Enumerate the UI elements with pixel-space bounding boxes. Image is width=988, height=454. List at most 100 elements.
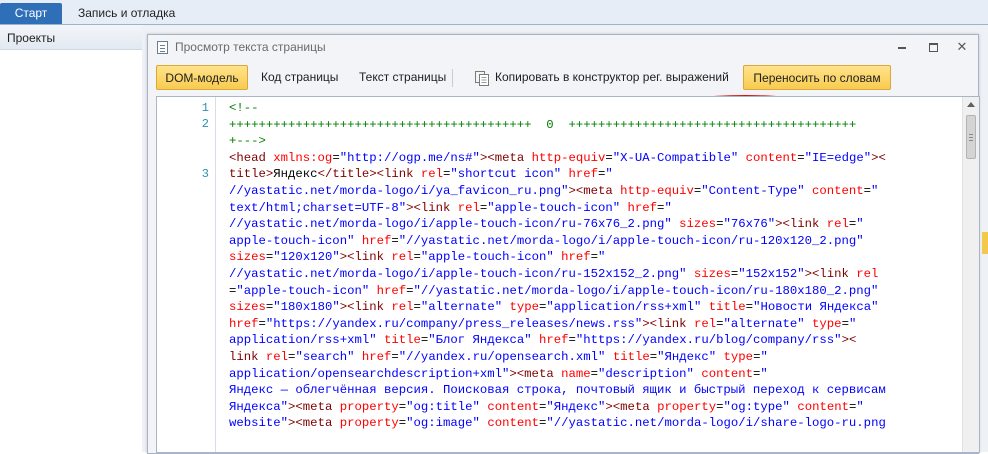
code-token: "og:title" — [406, 399, 480, 414]
code-token: " — [760, 366, 768, 381]
code-token: type — [812, 316, 842, 331]
projects-pane-header[interactable]: Проекты — [0, 25, 142, 50]
code-text-area[interactable]: <!-- ++++++++++++++++++++++++++++++++++++… — [222, 97, 957, 452]
code-token: text/html;charset=UTF-8" — [229, 200, 407, 215]
code-token: "Яндекс" — [546, 399, 606, 414]
code-token: application/opensearchdescription+xml" — [229, 366, 510, 381]
scrollbar-grip — [969, 134, 973, 135]
vertical-scrollbar[interactable] — [962, 97, 979, 452]
code-line: ++++++++++++++++++++++++++++++++++++++++… — [229, 118, 856, 132]
line-number: 1 — [201, 101, 209, 115]
code-token: "180x180" — [273, 300, 340, 315]
dom-model-button[interactable]: DOM-модель — [156, 65, 248, 90]
code-token: " — [664, 200, 672, 215]
code-token: >< — [841, 333, 857, 348]
code-token: " — [760, 350, 768, 364]
copy-to-regex-builder-button[interactable]: Копировать в конструктор рег. выражений — [470, 65, 729, 90]
code-token: title — [708, 300, 746, 315]
code-token: ><link — [339, 250, 392, 265]
code-token: "IE=edge" — [804, 150, 872, 165]
code-token: "apple-touch-icon" — [487, 200, 621, 215]
code-token: = — [332, 150, 340, 165]
code-token: type — [509, 300, 540, 315]
code-token: "shortcut icon" — [450, 167, 562, 182]
page-text-button[interactable]: Текст страницы — [359, 65, 446, 90]
minimize-button[interactable] — [893, 39, 911, 55]
code-token: rel — [391, 250, 414, 265]
tab-start[interactable]: Старт — [0, 3, 62, 24]
document-icon — [157, 41, 168, 54]
code-token: sizes — [679, 217, 717, 232]
code-token: = — [391, 350, 399, 364]
code-line: <head xmlns:og="http://ogp.me/ns#"><meta… — [229, 151, 886, 165]
code-token: //yastatic.net/morda-logo/i/ya_favicon_r… — [229, 184, 569, 198]
code-line: //yastatic.net/morda-logo/i/apple-touch-… — [229, 217, 864, 231]
page-code-button[interactable]: Код страницы — [261, 65, 338, 90]
code-token: website" — [229, 416, 289, 431]
maximize-button[interactable] — [924, 39, 942, 55]
code-token: content — [487, 416, 539, 431]
code-token: rel — [420, 167, 444, 182]
code-token: "alternate" — [723, 316, 805, 331]
code-token: = — [258, 316, 266, 331]
code-token: href — [229, 316, 259, 331]
code-token: = — [863, 184, 872, 198]
code-token: ><meta — [605, 399, 658, 414]
code-line: Яндекса"><meta property="og:title" conte… — [229, 400, 864, 414]
scrollbar-thumb[interactable] — [966, 115, 976, 159]
code-token: ><meta — [288, 416, 340, 431]
code-token: = — [841, 316, 849, 331]
code-token: ><link — [775, 217, 827, 232]
code-token: = — [590, 366, 598, 381]
line-number: 2 — [201, 117, 209, 131]
code-token: ><meta — [509, 366, 562, 381]
code-token: href — [376, 283, 407, 298]
code-token: "X-UA-Compatible" — [612, 150, 739, 165]
code-token: content — [797, 399, 849, 414]
maximize-icon — [928, 43, 938, 53]
close-button[interactable]: ✕ — [953, 39, 971, 55]
code-token: "Яндекс" — [657, 350, 717, 364]
code-line: +---> — [229, 134, 266, 148]
code-token: "apple-touch-icon" — [236, 283, 370, 298]
code-token: </title><link — [317, 167, 421, 182]
code-line: title>Яндекс</title><link rel="shortcut … — [229, 167, 613, 181]
code-token: <head — [229, 150, 274, 165]
code-token: href — [361, 233, 392, 248]
word-wrap-toggle[interactable]: Переносить по словам — [743, 65, 891, 90]
code-token: " — [605, 167, 613, 182]
code-token: rel — [826, 217, 849, 232]
dialog-titlebar[interactable]: Просмотр текста страницы ✕ — [148, 35, 978, 60]
code-token: "152x152" — [738, 267, 805, 281]
code-token: href — [538, 333, 569, 348]
code-token: = — [716, 399, 724, 414]
code-line: Яндекс — облегчённая версия. Поисковая с… — [229, 383, 886, 397]
code-line: href="https://yandex.ru/company/press_re… — [229, 317, 856, 331]
code-token: content — [701, 366, 753, 381]
code-editor[interactable]: 1 2 3 <!-- ++++++++++++++++++++++++++++++… — [156, 96, 980, 453]
code-token: content — [812, 184, 864, 198]
code-token: http-equiv — [531, 150, 606, 165]
code-token: ++++++++++++++++++++++++++++++++++++++++… — [229, 117, 857, 132]
tab-record-debug[interactable]: Запись и отладка — [64, 3, 189, 24]
code-token: = — [797, 150, 805, 165]
code-line: application/opensearchdescription+xml"><… — [229, 367, 768, 381]
code-line: text/html;charset=UTF-8"><link rel="appl… — [229, 201, 672, 215]
code-line: sizes="180x180"><link rel="alternate" ty… — [229, 300, 879, 314]
code-line: website"><meta property="og:image" conte… — [229, 416, 886, 430]
scroll-up-arrow-icon[interactable] — [967, 102, 975, 107]
code-token: rel — [693, 316, 717, 331]
code-token: //yastatic.net/morda-logo/i/apple-touch-… — [229, 267, 687, 281]
code-token: content — [487, 399, 539, 414]
code-token: +---> — [229, 134, 266, 149]
code-token: "Content-Type" — [701, 184, 805, 198]
code-token: http-equiv — [620, 184, 694, 198]
scrollbar-grip — [969, 137, 973, 138]
